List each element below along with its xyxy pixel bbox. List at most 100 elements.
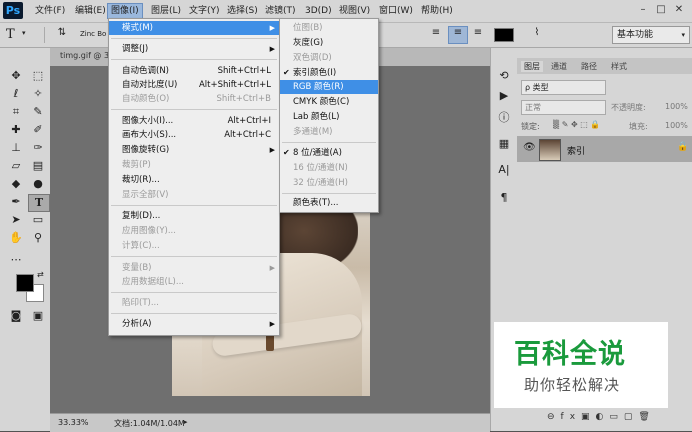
character-icon[interactable]: A| <box>494 162 514 178</box>
menu-item-16-bit[interactable]: 16 位/通道(N) <box>280 161 378 175</box>
restore-button[interactable]: □ <box>652 2 670 18</box>
history-icon[interactable]: ⟲ <box>494 68 514 84</box>
menu-item-32-bit[interactable]: 32 位/通道(H) <box>280 176 378 190</box>
align-center-icon[interactable]: ≡ <box>448 26 468 44</box>
menu-filter[interactable]: 滤镜(T) <box>262 4 299 18</box>
move-tool-icon[interactable]: ✥ <box>6 68 26 84</box>
close-button[interactable]: ✕ <box>670 2 688 18</box>
menu-edit[interactable]: 编辑(E) <box>72 4 109 18</box>
menu-item-color-table[interactable]: 颜色表(T)... <box>280 196 378 210</box>
type-tool-icon[interactable]: T <box>6 27 15 42</box>
eraser-tool-icon[interactable]: ▱ <box>6 158 26 174</box>
stamp-tool-icon[interactable]: ⊥ <box>6 140 26 156</box>
screen-mode-icon[interactable]: ▣ <box>28 308 48 324</box>
menu-item-crop[interactable]: 裁剪(P) <box>109 158 279 172</box>
menu-help[interactable]: 帮助(H) <box>418 4 456 18</box>
tab-layers[interactable]: 图层 <box>521 61 543 72</box>
swap-colors-icon[interactable]: ⇄ <box>37 270 44 279</box>
menu-item-lab-color[interactable]: Lab 颜色(L) <box>280 110 378 124</box>
menu-image[interactable]: 图像(I) <box>107 3 143 19</box>
layer-actions-bar[interactable]: ⊖fx▣◐▭▢🗑 <box>547 412 656 422</box>
menu-item-rgb-color[interactable]: RGB 颜色(R) <box>280 80 378 94</box>
more-tools-icon[interactable]: ⋯ <box>6 252 26 268</box>
hand-tool-icon[interactable]: ✋ <box>6 230 26 246</box>
path-select-icon[interactable]: ➤ <box>6 212 26 228</box>
menu-view[interactable]: 视图(V) <box>336 4 373 18</box>
menu-3d[interactable]: 3D(D) <box>302 4 335 18</box>
tab-channels[interactable]: 通道 <box>551 61 567 72</box>
gradient-tool-icon[interactable]: ▤ <box>28 158 48 174</box>
text-color-swatch[interactable] <box>494 28 514 42</box>
align-right-icon[interactable]: ≡ <box>470 27 486 41</box>
dodge-tool-icon[interactable]: ● <box>28 176 48 192</box>
orientation-icon[interactable]: ⇅ <box>54 27 70 41</box>
menu-item-analysis[interactable]: 分析(A) ▶ <box>109 317 279 331</box>
menu-select[interactable]: 选择(S) <box>224 4 261 18</box>
zoom-tool-icon[interactable]: ⚲ <box>28 230 48 246</box>
menu-item-cmyk-color[interactable]: CMYK 颜色(C) <box>280 95 378 109</box>
marquee-tool-icon[interactable]: ⬚ <box>28 68 48 84</box>
menu-window[interactable]: 窗口(W) <box>376 4 416 18</box>
chevron-down-icon[interactable]: ▾ <box>22 29 26 37</box>
menu-item-canvas-size[interactable]: 画布大小(S)... Alt+Ctrl+C <box>109 128 279 142</box>
brush-tool-icon[interactable]: ✐ <box>28 122 48 138</box>
layer-filter-select[interactable]: ρ 类型 <box>521 80 606 95</box>
tab-paths[interactable]: 路径 <box>581 61 597 72</box>
blur-tool-icon[interactable]: ◆ <box>6 176 26 192</box>
blend-mode-select[interactable]: 正常 <box>521 100 606 115</box>
lock-icons[interactable]: ▒ ✎ ✥ ⬚ 🔒 <box>553 120 600 129</box>
warp-text-icon[interactable]: ⌇ <box>530 27 544 41</box>
fill-value[interactable]: 100% <box>665 121 688 130</box>
menu-item-apply-data-set[interactable]: 应用数据组(L)... <box>109 275 279 289</box>
menu-item-duplicate[interactable]: 复制(D)... <box>109 209 279 223</box>
type-tool-icon[interactable]: T <box>28 194 50 212</box>
menu-item-bitmap[interactable]: 位图(B) <box>280 21 378 35</box>
menu-type[interactable]: 文字(Y) <box>186 4 223 18</box>
menu-item-grayscale[interactable]: 灰度(G) <box>280 36 378 50</box>
workspace-select[interactable]: 基本功能 ▾ <box>612 26 690 44</box>
pen-tool-icon[interactable]: ✒ <box>6 194 26 210</box>
tab-styles[interactable]: 样式 <box>611 61 627 72</box>
align-left-icon[interactable]: ≡ <box>428 27 444 41</box>
menu-layer[interactable]: 图层(L) <box>148 4 184 18</box>
foreground-color-swatch[interactable] <box>16 274 34 292</box>
menu-item-image-rotation[interactable]: 图像旋转(G) ▶ <box>109 143 279 157</box>
properties-icon[interactable]: ▦ <box>494 136 514 152</box>
eyedropper-icon[interactable]: ✎ <box>28 104 48 120</box>
menu-item-duotone[interactable]: 双色调(D) <box>280 51 378 65</box>
menu-item-apply-image[interactable]: 应用图像(Y)... <box>109 224 279 238</box>
menu-item-trap[interactable]: 陷印(T)... <box>109 296 279 310</box>
crop-tool-icon[interactable]: ⌗ <box>6 104 26 120</box>
menu-item-auto-contrast[interactable]: 自动对比度(U) Alt+Shift+Ctrl+L <box>109 78 279 92</box>
layer-name[interactable]: 索引 <box>567 144 585 157</box>
menu-file[interactable]: 文件(F) <box>32 4 68 18</box>
shape-tool-icon[interactable]: ▭ <box>28 212 48 228</box>
menu-item-adjustments[interactable]: 调整(J) ▶ <box>109 42 279 56</box>
healing-brush-icon[interactable]: ✚ <box>6 122 26 138</box>
menu-item-multichannel[interactable]: 多通道(M) <box>280 125 378 139</box>
paragraph-icon[interactable]: ¶ <box>494 190 514 206</box>
menu-item-auto-tone[interactable]: 自动色调(N) Shift+Ctrl+L <box>109 64 279 78</box>
menu-item-8-bit[interactable]: ✔ 8 位/通道(A) <box>280 146 378 160</box>
minimize-button[interactable]: – <box>634 2 652 18</box>
menu-item-reveal-all[interactable]: 显示全部(V) <box>109 188 279 202</box>
visibility-eye-icon[interactable]: 👁 <box>523 142 536 153</box>
menu-item-mode[interactable]: 模式(M) ▶ <box>109 21 279 35</box>
chevron-right-icon[interactable]: ▸ <box>184 418 188 426</box>
menu-item-auto-color[interactable]: 自动颜色(O) Shift+Ctrl+B <box>109 92 279 106</box>
menu-item-indexed-color[interactable]: ✔ 索引颜色(I) <box>280 66 378 80</box>
document-tab[interactable]: timg.gif @ 3 <box>60 51 109 60</box>
quick-mask-icon[interactable]: ◙ <box>6 308 26 324</box>
font-family-field[interactable]: Zinc Bo <box>80 30 106 38</box>
actions-play-icon[interactable]: ▶ <box>494 88 514 104</box>
menu-item-image-size[interactable]: 图像大小(I)... Alt+Ctrl+I <box>109 114 279 128</box>
lasso-tool-icon[interactable]: ℓ <box>6 86 26 102</box>
info-icon[interactable]: ⓘ <box>494 110 514 126</box>
menu-item-trim[interactable]: 裁切(R)... <box>109 173 279 187</box>
menu-item-variables[interactable]: 变量(B) ▶ <box>109 261 279 275</box>
layer-row[interactable]: 👁 索引 🔒 <box>517 136 692 162</box>
history-brush-icon[interactable]: ✑ <box>28 140 48 156</box>
zoom-level[interactable]: 33.33% <box>58 418 89 427</box>
menu-item-calculations[interactable]: 计算(C)... <box>109 239 279 253</box>
opacity-value[interactable]: 100% <box>665 102 688 111</box>
